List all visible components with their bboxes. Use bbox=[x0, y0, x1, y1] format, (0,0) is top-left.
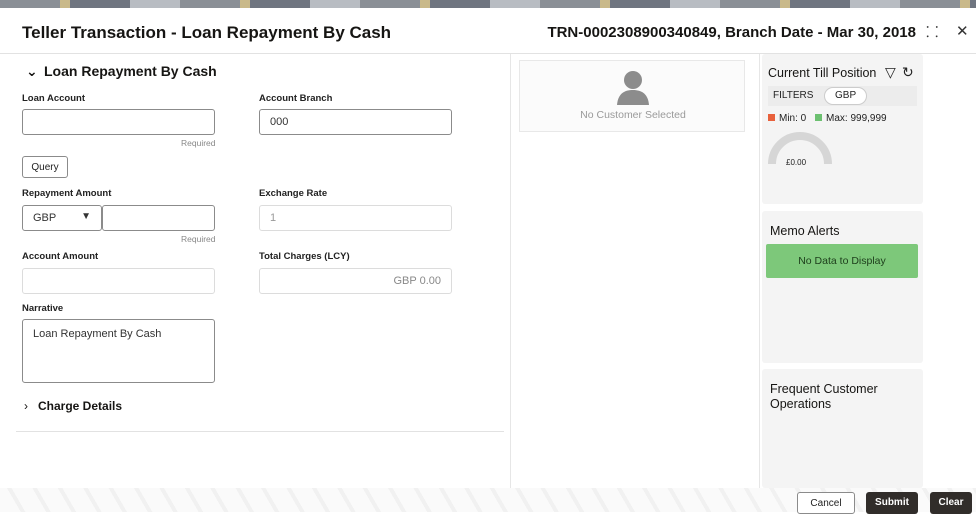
loan-account-required: Required bbox=[181, 138, 216, 148]
repayment-amount-label: Repayment Amount bbox=[22, 188, 112, 199]
top-banner-strip bbox=[0, 0, 976, 8]
memo-empty-banner: No Data to Display bbox=[766, 244, 918, 278]
dropdown-caret-icon: ▼ bbox=[81, 211, 91, 222]
chevron-down-icon: ⌄ bbox=[26, 63, 38, 79]
filters-label: FILTERS bbox=[773, 90, 814, 101]
min-legend-swatch bbox=[768, 114, 775, 121]
page-header: Teller Transaction - Loan Repayment By C… bbox=[0, 8, 976, 54]
filter-icon[interactable]: ▽ bbox=[885, 64, 896, 81]
minimize-icon[interactable]: ⸬ bbox=[926, 22, 938, 42]
repayment-amount-input[interactable] bbox=[102, 205, 215, 231]
loan-account-label: Loan Account bbox=[22, 93, 85, 104]
max-legend-swatch bbox=[815, 114, 823, 121]
frequent-title: Frequent Customer Operations bbox=[770, 382, 878, 411]
no-customer-text: No Customer Selected bbox=[580, 109, 686, 121]
exchange-rate-input[interactable]: 1 bbox=[259, 205, 452, 231]
submit-button[interactable]: Submit bbox=[866, 492, 918, 514]
loan-account-input[interactable] bbox=[22, 109, 215, 135]
charge-details-toggle[interactable]: › Charge Details bbox=[24, 399, 122, 413]
person-avatar-icon bbox=[617, 71, 649, 105]
section-toggle[interactable]: ⌄ Loan Repayment By Cash bbox=[26, 63, 217, 80]
exchange-rate-label: Exchange Rate bbox=[259, 188, 328, 199]
account-amount-input[interactable] bbox=[22, 268, 215, 294]
total-charges-input[interactable]: GBP 0.00 bbox=[259, 268, 452, 294]
filter-chip-gbp[interactable]: GBP bbox=[824, 87, 868, 105]
chevron-right-icon: › bbox=[24, 399, 28, 413]
form-panel: ⌄ Loan Repayment By Cash Loan Account Req… bbox=[16, 54, 504, 432]
customer-card: No Customer Selected bbox=[519, 60, 745, 132]
till-title: Current Till Position bbox=[768, 66, 876, 80]
clear-button[interactable]: Clear bbox=[930, 492, 972, 514]
till-legend: Min: 0 Max: 999,999 bbox=[768, 113, 887, 124]
total-charges-label: Total Charges (LCY) bbox=[259, 251, 350, 262]
repayment-amount-required: Required bbox=[181, 234, 216, 244]
customer-panel: No Customer Selected bbox=[510, 54, 760, 488]
currency-select[interactable]: GBP ▼ bbox=[22, 205, 102, 231]
account-branch-input[interactable]: 000 bbox=[259, 109, 452, 135]
narrative-textarea[interactable]: Loan Repayment By Cash bbox=[22, 319, 215, 383]
page-title: Teller Transaction - Loan Repayment By C… bbox=[22, 23, 392, 42]
filters-bar: FILTERS GBP bbox=[768, 86, 917, 106]
close-icon[interactable]: ✕ bbox=[956, 22, 969, 40]
cancel-button[interactable]: Cancel bbox=[797, 492, 855, 514]
narrative-label: Narrative bbox=[22, 303, 64, 314]
gauge-value: £0.00 bbox=[786, 158, 807, 167]
till-position-panel: Current Till Position ▽ ↻ FILTERS GBP Mi… bbox=[762, 54, 923, 204]
query-button[interactable]: Query bbox=[22, 156, 68, 178]
frequent-operations-panel: Frequent Customer Operations bbox=[762, 369, 923, 488]
currency-value: GBP bbox=[33, 212, 57, 224]
charge-details-title: Charge Details bbox=[38, 399, 123, 413]
transaction-reference: TRN-0002308900340849, Branch Date - Mar … bbox=[547, 24, 916, 41]
memo-title: Memo Alerts bbox=[770, 224, 840, 238]
account-branch-label: Account Branch bbox=[259, 93, 333, 104]
max-legend-text: Max: 999,999 bbox=[826, 113, 887, 124]
till-title-text: Current Till Position bbox=[768, 66, 877, 80]
refresh-icon[interactable]: ↻ bbox=[902, 64, 914, 81]
memo-alerts-panel: Memo Alerts No Data to Display bbox=[762, 211, 923, 363]
account-amount-label: Account Amount bbox=[22, 251, 99, 262]
min-legend-text: Min: 0 bbox=[779, 113, 807, 124]
section-title: Loan Repayment By Cash bbox=[44, 63, 217, 79]
